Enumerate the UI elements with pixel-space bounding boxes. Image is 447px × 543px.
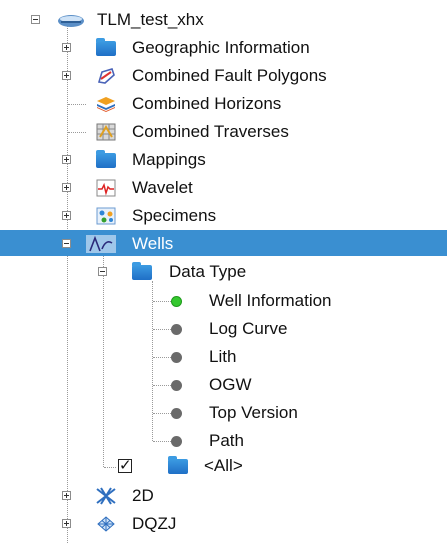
all-checkbox[interactable] [118,456,132,474]
tree-item-label: Combined Fault Polygons [132,66,327,85]
tree-item-label: Combined Traverses [132,122,289,141]
expand-toggle[interactable] [62,155,71,164]
tree-item-mappings[interactable]: Mappings [0,146,447,174]
database-icon [57,13,85,27]
tree-item-label: 2D [132,486,154,505]
tree-item-label: Data Type [169,262,247,281]
green-dot-icon [171,296,182,307]
folder-icon [96,150,116,168]
gray-dot-icon [171,380,182,391]
tree-item-specimens[interactable]: Specimens [0,202,447,230]
collapse-toggle[interactable] [31,15,40,24]
tree-item-data-type[interactable]: Data Type [0,258,447,286]
tree-item-label: Geographic Information [132,38,310,57]
expand-toggle[interactable] [62,43,71,52]
tree-item-label: <All> [204,456,243,475]
tree-item-lith[interactable]: Lith [0,343,447,371]
fault-polygon-icon [96,67,116,85]
tree-item-label: OGW [209,375,252,394]
tree-root[interactable]: TLM_test_xhx [0,6,447,34]
tree-item-label: Mappings [132,150,206,169]
specimens-icon [96,207,116,225]
tree-item-2d[interactable]: 2D [0,482,447,510]
traverse-grid-icon [96,123,116,141]
tree-item-well-information[interactable]: Well Information [0,287,447,315]
tree-root-label: TLM_test_xhx [97,10,204,29]
tree-item-dqzj[interactable]: DQZJ [0,510,447,538]
wells-icon [86,235,116,253]
folder-icon [132,262,152,280]
gray-dot-icon [171,436,182,447]
collapse-toggle[interactable] [62,239,71,248]
tree-item-label: Path [209,431,244,450]
wavelet-icon [96,179,116,197]
tree-item-all[interactable]: <All> [0,453,447,481]
gray-dot-icon [171,324,182,335]
expand-toggle[interactable] [62,183,71,192]
tree-item-wavelet[interactable]: Wavelet [0,174,447,202]
tree-item-label: Combined Horizons [132,94,282,113]
tree-item-label: Wavelet [132,178,193,197]
collapse-toggle[interactable] [98,267,107,276]
tree-item-combined-traverses[interactable]: Combined Traverses [0,118,447,146]
tree-item-log-curve[interactable]: Log Curve [0,315,447,343]
tree-item-combined-horizons[interactable]: Combined Horizons [0,90,447,118]
tree-item-label: Lith [209,347,237,366]
expand-toggle[interactable] [62,491,71,500]
project-tree[interactable]: TLM_test_xhx Geographic Information Comb… [0,0,447,543]
tree-item-combined-fault-polygons[interactable]: Combined Fault Polygons [0,62,447,90]
folder-icon [96,38,116,56]
expand-toggle[interactable] [62,71,71,80]
tree-item-wells[interactable]: Wells [0,230,447,256]
seismic-2d-icon [96,487,116,505]
expand-toggle[interactable] [62,211,71,220]
tree-item-geographic-information[interactable]: Geographic Information [0,34,447,62]
gray-dot-icon [171,408,182,419]
tree-item-label: Well Information [209,291,332,310]
tree-item-label: DQZJ [132,514,177,533]
gray-dot-icon [171,352,182,363]
seismic-3d-icon [96,515,116,533]
expand-toggle[interactable] [62,519,71,528]
tree-item-label: Top Version [209,403,298,422]
tree-item-top-version[interactable]: Top Version [0,399,447,427]
horizon-layers-icon [96,95,116,113]
tree-item-path[interactable]: Path [0,427,447,455]
folder-icon [168,456,188,474]
tree-item-ogw[interactable]: OGW [0,371,447,399]
tree-item-label: Log Curve [209,319,288,338]
tree-item-label: Specimens [132,206,217,225]
tree-item-label: Wells [132,234,174,253]
